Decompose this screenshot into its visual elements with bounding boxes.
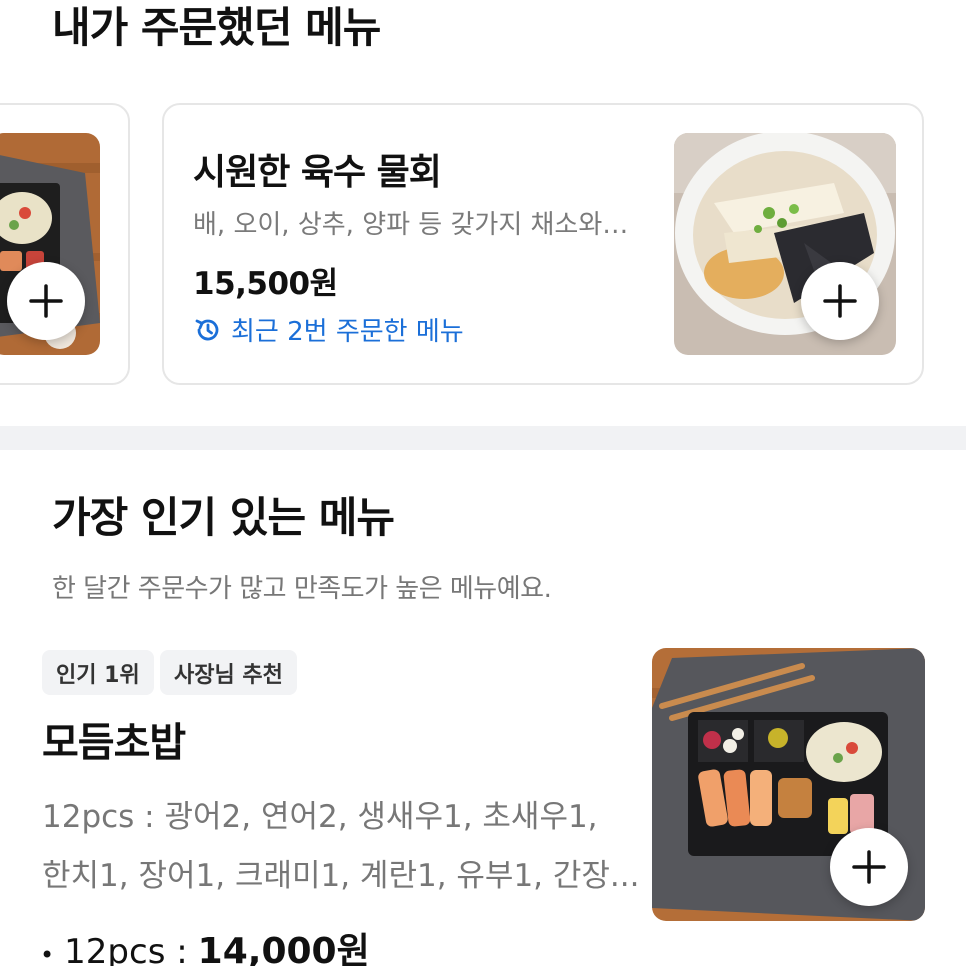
add-to-cart-button-sushi[interactable] bbox=[830, 828, 908, 906]
plus-icon bbox=[852, 850, 886, 884]
popular-menu-subtitle: 한 달간 주문수가 많고 만족도가 높은 메뉴예요. bbox=[52, 574, 552, 604]
reorder-history: 최근 2번 주문한 메뉴 bbox=[193, 311, 464, 348]
popular-menu-title: 가장 인기 있는 메뉴 bbox=[52, 493, 395, 542]
reorder-label: 최근 2번 주문한 메뉴 bbox=[231, 317, 464, 347]
recent-menu-price: 15,500원 bbox=[193, 266, 338, 302]
badge-popular-rank: 인기 1위 bbox=[42, 650, 154, 695]
add-to-cart-button-partial[interactable] bbox=[7, 262, 85, 340]
recent-menu-name: 시원한 육수 물회 bbox=[193, 152, 442, 193]
recent-menu-description: 배, 오이, 상추, 양파 등 갖가지 채소와 ... bbox=[193, 210, 633, 240]
popular-menu-name[interactable]: 모듬초밥 bbox=[42, 710, 186, 768]
option-label: 12pcs : bbox=[64, 932, 188, 966]
badge-owner-recommend: 사장님 추천 bbox=[160, 650, 297, 695]
bullet-dot-icon: • bbox=[40, 941, 55, 966]
plus-icon bbox=[823, 284, 857, 318]
history-clock-icon bbox=[195, 319, 219, 340]
section-divider bbox=[0, 426, 966, 450]
popular-menu-description-line-2: 한치1, 장어1, 크래미1, 계란1, 유부1, 간장... bbox=[42, 858, 640, 894]
popular-menu-option-price: • 12pcs : 14,000원 bbox=[40, 922, 370, 966]
add-to-cart-button-mulhoe[interactable] bbox=[801, 262, 879, 340]
popular-menu-price: 14,000원 bbox=[197, 931, 370, 966]
recent-orders-title: 내가 주문했던 메뉴 bbox=[52, 3, 381, 52]
plus-icon bbox=[29, 284, 63, 318]
popular-menu-description-line-1: 12pcs : 광어2, 연어2, 생새우1, 초새우1, bbox=[42, 799, 598, 835]
